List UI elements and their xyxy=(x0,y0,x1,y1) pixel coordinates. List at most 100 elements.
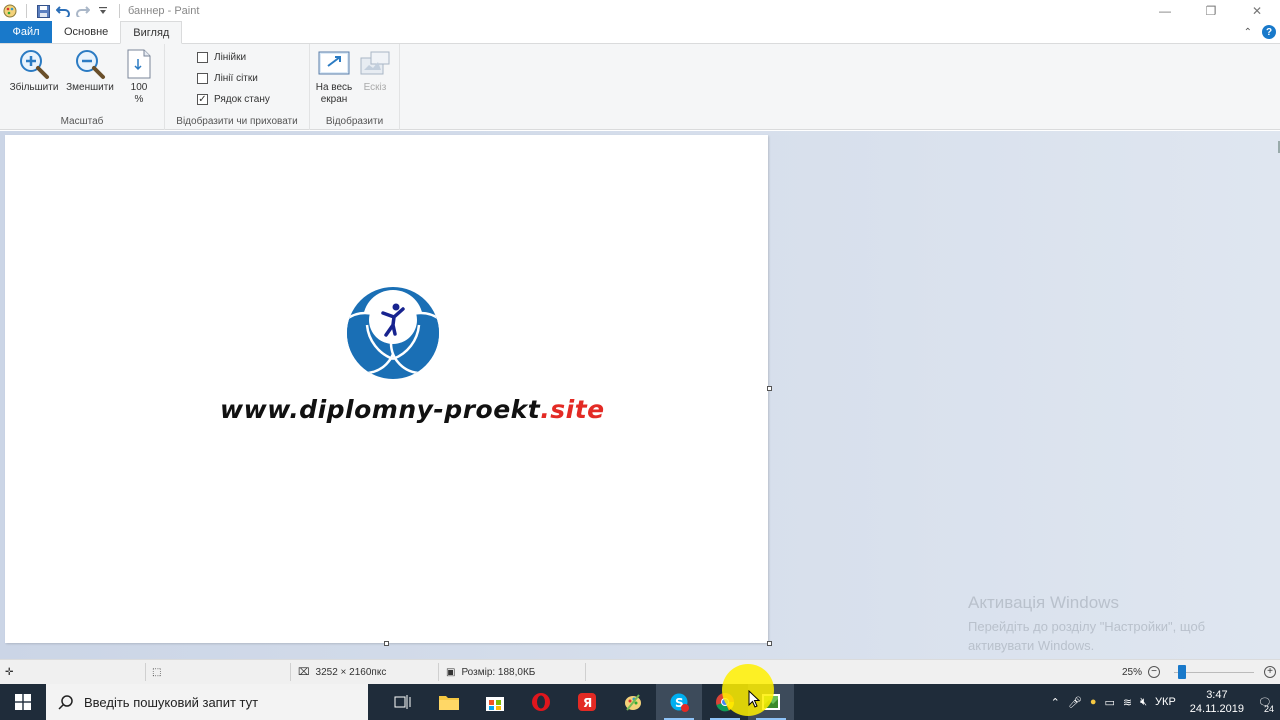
input-language[interactable]: УКР xyxy=(1155,696,1176,708)
clock[interactable]: 3:47 24.11.2019 xyxy=(1190,688,1244,716)
collapse-ribbon-icon[interactable]: ⌃ xyxy=(1244,27,1252,38)
image-dimensions-icon: ⌧ xyxy=(298,666,310,678)
thumbnail-icon xyxy=(359,48,391,80)
help-icon[interactable]: ? xyxy=(1262,25,1276,39)
zoom-in-small-icon[interactable]: + xyxy=(1264,666,1276,678)
task-view-icon xyxy=(394,695,411,709)
zoom-group-label: Масштаб xyxy=(60,116,104,127)
save-icon[interactable] xyxy=(35,3,51,19)
file-size: Розмір: 188,0КБ xyxy=(461,666,536,678)
undo-icon[interactable] xyxy=(55,3,71,19)
image-canvas[interactable]: www.diplomny-proekt.site xyxy=(5,135,768,643)
zoom-out-button[interactable]: Зменшити xyxy=(62,48,118,94)
statusbar-label: Рядок стану xyxy=(214,94,270,105)
activation-line-1: Перейдіть до розділу "Настройки", щоб xyxy=(968,619,1206,634)
fullscreen-label-bottom: екран xyxy=(320,94,348,105)
taskbar-opera[interactable] xyxy=(518,684,564,720)
resize-handle-corner[interactable] xyxy=(767,641,772,646)
actual-size-label-bottom: % xyxy=(134,94,144,105)
clock-time: 3:47 xyxy=(1206,689,1228,701)
taskbar: Введіть пошуковий запит тут Я S ⌃ 🎤︎ ● ▭… xyxy=(0,684,1280,720)
windows-logo-icon xyxy=(15,694,31,710)
mouse-cursor-icon xyxy=(748,690,760,708)
paint-app-icon[interactable] xyxy=(2,3,18,19)
zoom-in-label: Збільшити xyxy=(9,82,59,93)
status-divider xyxy=(290,663,291,681)
close-icon[interactable]: ✕ xyxy=(1234,0,1280,22)
zoom-out-label: Зменшити xyxy=(66,82,114,93)
restore-icon[interactable]: ❐ xyxy=(1188,0,1234,22)
status-divider xyxy=(585,663,586,681)
taskbar-paint-launcher[interactable] xyxy=(610,684,656,720)
resize-handle-bottom[interactable] xyxy=(384,641,389,646)
taskbar-search[interactable]: Введіть пошуковий запит тут xyxy=(46,684,368,720)
yandex-browser-icon: Я xyxy=(578,693,596,711)
taskbar-skype[interactable]: S xyxy=(656,684,702,720)
volume-muted-icon[interactable]: 🔇︎ xyxy=(1140,696,1147,709)
paint-palette-icon xyxy=(625,694,641,711)
gridlines-checkbox-box[interactable] xyxy=(197,73,208,84)
taskbar-file-explorer[interactable] xyxy=(426,684,472,720)
page-100-icon xyxy=(123,48,155,80)
fullscreen-button[interactable]: На весь екран xyxy=(312,48,356,106)
zoom-out-small-icon[interactable]: − xyxy=(1148,666,1161,678)
resize-handle-right[interactable] xyxy=(767,386,772,391)
display-group: На весь екран Ескіз Відобразити xyxy=(310,44,400,130)
actual-size-label-top: 100 xyxy=(130,82,148,93)
activation-heading: Активація Windows xyxy=(968,593,1119,612)
clock-date: 24.11.2019 xyxy=(1189,703,1245,715)
folder-icon xyxy=(439,696,459,710)
zoom-slider-track[interactable] xyxy=(1174,672,1254,673)
taskbar-yandex[interactable]: Я xyxy=(564,684,610,720)
ribbon-right-controls: ⌃ ? xyxy=(1244,25,1276,39)
system-tray: ⌃ 🎤︎ ● ▭ ≋ 🔇︎ УКР 3:47 24.11.2019 🗨︎ 24 xyxy=(1051,684,1280,720)
customize-qat-icon[interactable] xyxy=(95,3,111,19)
taskbar-store[interactable] xyxy=(472,684,518,720)
tab-home[interactable]: Основне xyxy=(52,21,120,43)
minimize-icon[interactable]: — xyxy=(1142,0,1188,22)
selection-icon: ⬚ xyxy=(152,666,162,678)
wifi-icon[interactable]: ≋ xyxy=(1123,696,1132,709)
gridlines-checkbox[interactable]: Лінії сітки xyxy=(197,73,258,84)
show-hidden-icons-icon[interactable]: ⌃ xyxy=(1051,696,1060,709)
status-bar: ✛ ⬚ ⌧ 3252 × 2160пкс ▣ Розмір: 188,0КБ 2… xyxy=(0,659,1280,684)
rulers-checkbox-box[interactable] xyxy=(197,52,208,63)
site-url-suffix: .site xyxy=(540,395,605,424)
status-divider xyxy=(438,663,439,681)
file-size-icon: ▣ xyxy=(446,666,456,678)
search-placeholder: Введіть пошуковий запит тут xyxy=(84,694,259,710)
thumbnail-button[interactable]: Ескіз xyxy=(356,48,394,94)
svg-text:Я: Я xyxy=(583,696,592,710)
statusbar-checkbox-box[interactable]: ✓ xyxy=(197,94,208,105)
redo-icon[interactable] xyxy=(75,3,91,19)
zoom-slider-thumb[interactable] xyxy=(1178,665,1186,679)
actual-size-button[interactable]: 100 % xyxy=(120,48,158,106)
tab-view[interactable]: Вигляд xyxy=(120,21,183,44)
cursor-position-cell: ✛ xyxy=(5,660,13,684)
app-tray-icon[interactable]: ● xyxy=(1090,696,1097,708)
rulers-checkbox[interactable]: Лінійки xyxy=(197,52,246,63)
notifications-icon[interactable]: 🗨︎ 24 xyxy=(1258,696,1274,714)
show-hide-group: Лінійки Лінії сітки ✓ Рядок стану Відобр… xyxy=(165,44,310,130)
site-url-main: www.diplomny-proekt xyxy=(220,395,541,424)
cursor-position-icon: ✛ xyxy=(5,666,14,678)
microphone-icon[interactable]: 🎤︎ xyxy=(1068,696,1082,709)
gridlines-label: Лінії сітки xyxy=(214,73,258,84)
statusbar-checkbox[interactable]: ✓ Рядок стану xyxy=(197,94,270,105)
fullscreen-icon xyxy=(318,48,350,80)
zoom-in-cell: + xyxy=(1264,660,1276,684)
notifications-count: 24 xyxy=(1264,703,1275,714)
skype-icon: S xyxy=(670,693,689,712)
zoom-in-button[interactable]: Збільшити xyxy=(6,48,62,94)
zoom-group: Збільшити Зменшити 100 % Масштаб xyxy=(0,44,165,130)
zoom-cell: 25% − xyxy=(1122,660,1161,684)
tab-file[interactable]: Файл xyxy=(0,21,52,43)
battery-icon[interactable]: ▭ xyxy=(1104,696,1114,709)
start-button[interactable] xyxy=(0,684,46,720)
zoom-level: 25% xyxy=(1122,666,1143,678)
display-group-label: Відобразити xyxy=(325,116,384,127)
task-view-button[interactable] xyxy=(380,684,426,720)
image-dimensions-cell: ⌧ 3252 × 2160пкс xyxy=(298,660,386,684)
zoom-in-icon xyxy=(18,48,50,80)
window-title: баннер - Paint xyxy=(128,5,200,17)
